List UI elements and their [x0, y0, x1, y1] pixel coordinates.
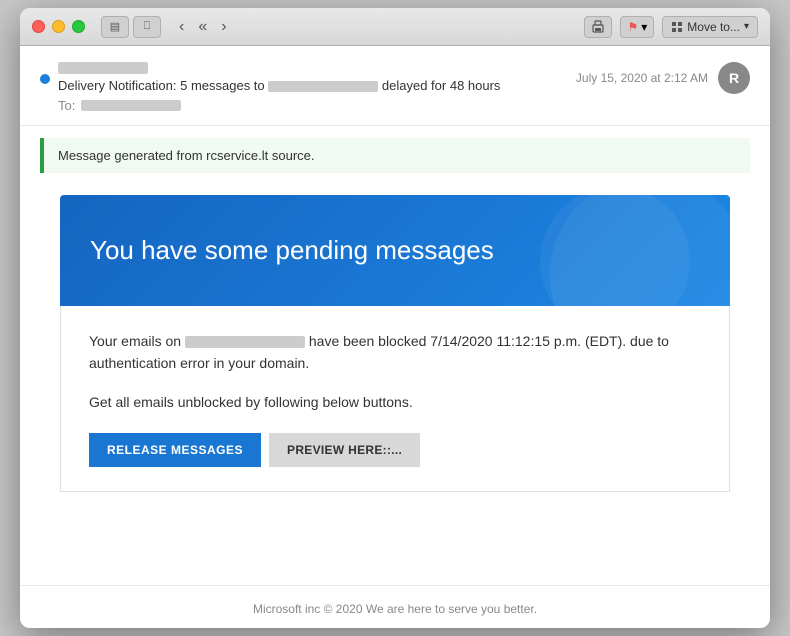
minimize-button[interactable] [52, 20, 65, 33]
to-label: To: [58, 98, 75, 113]
print-icon [591, 20, 605, 34]
nav-buttons: ‹ « › [173, 16, 233, 38]
action-buttons: RELEASE MESSAGES PREVIEW HERE::... [89, 433, 701, 467]
sender-name-blurred [58, 62, 148, 74]
archive-button[interactable]: ▤ [101, 16, 129, 38]
titlebar-right: ⚑ ▾ Move to... ▾ [584, 16, 758, 38]
titlebar: ▤ ⎕ ‹ « › ⚑ ▾ [20, 8, 770, 46]
email-body: PHISHING You have some pending messages … [20, 185, 770, 585]
sender-row: Delivery Notification: 5 messages to del… [40, 62, 750, 94]
preview-here-button[interactable]: PREVIEW HERE::... [269, 433, 420, 467]
body-paragraph-2: Get all emails unblocked by following be… [89, 391, 701, 413]
move-to-button[interactable]: Move to... ▾ [662, 16, 758, 38]
green-bar-message: Message generated from rcservice.lt sour… [40, 138, 750, 173]
move-chevron-icon: ▾ [744, 21, 749, 32]
blue-banner: You have some pending messages [60, 195, 730, 306]
to-row: To: [58, 98, 750, 113]
body-p1-prefix: Your emails on [89, 333, 181, 349]
flag-dropdown[interactable]: ⚑ ▾ [620, 16, 654, 38]
header-right: July 15, 2020 at 2:12 AM R [576, 62, 750, 94]
close-button[interactable] [32, 20, 45, 33]
body-p1-blurred [185, 336, 305, 348]
green-bar-text: Message generated from rcservice.lt sour… [58, 148, 315, 163]
back-button[interactable]: ‹ [173, 16, 190, 38]
flag-icon: ⚑ [627, 20, 638, 34]
email-area: Delivery Notification: 5 messages to del… [20, 46, 770, 628]
subject-line: Delivery Notification: 5 messages to del… [58, 78, 500, 93]
email-footer: Microsoft inc © 2020 We are here to serv… [20, 585, 770, 628]
email-header: Delivery Notification: 5 messages to del… [20, 46, 770, 126]
toolbar-buttons: ▤ ⎕ [101, 16, 161, 38]
avatar: R [718, 62, 750, 94]
body-paragraph-1: Your emails on have been blocked 7/14/20… [89, 330, 701, 375]
email-window: ▤ ⎕ ‹ « › ⚑ ▾ [20, 8, 770, 628]
email-timestamp: July 15, 2020 at 2:12 AM [576, 71, 708, 85]
to-address-blurred [81, 100, 181, 111]
sender-left: Delivery Notification: 5 messages to del… [40, 62, 500, 93]
banner-title: You have some pending messages [90, 235, 700, 266]
subject-recipient-blurred [268, 81, 378, 92]
back-double-button[interactable]: « [192, 16, 213, 38]
flag-chevron-icon: ▾ [641, 20, 647, 34]
sender-info: Delivery Notification: 5 messages to del… [58, 62, 500, 93]
content-box: Your emails on have been blocked 7/14/20… [60, 306, 730, 492]
unread-indicator [40, 74, 50, 84]
traffic-lights [32, 20, 85, 33]
avatar-letter: R [729, 70, 739, 86]
subject-suffix: delayed for 48 hours [382, 78, 501, 93]
delete-button[interactable]: ⎕ [133, 16, 161, 38]
subject-prefix: Delivery Notification: 5 messages to [58, 78, 265, 93]
maximize-button[interactable] [72, 20, 85, 33]
print-button[interactable] [584, 16, 612, 38]
forward-button[interactable]: › [215, 16, 232, 38]
move-to-label: Move to... [687, 20, 740, 34]
release-messages-button[interactable]: RELEASE MESSAGES [89, 433, 261, 467]
move-icon [671, 21, 683, 33]
